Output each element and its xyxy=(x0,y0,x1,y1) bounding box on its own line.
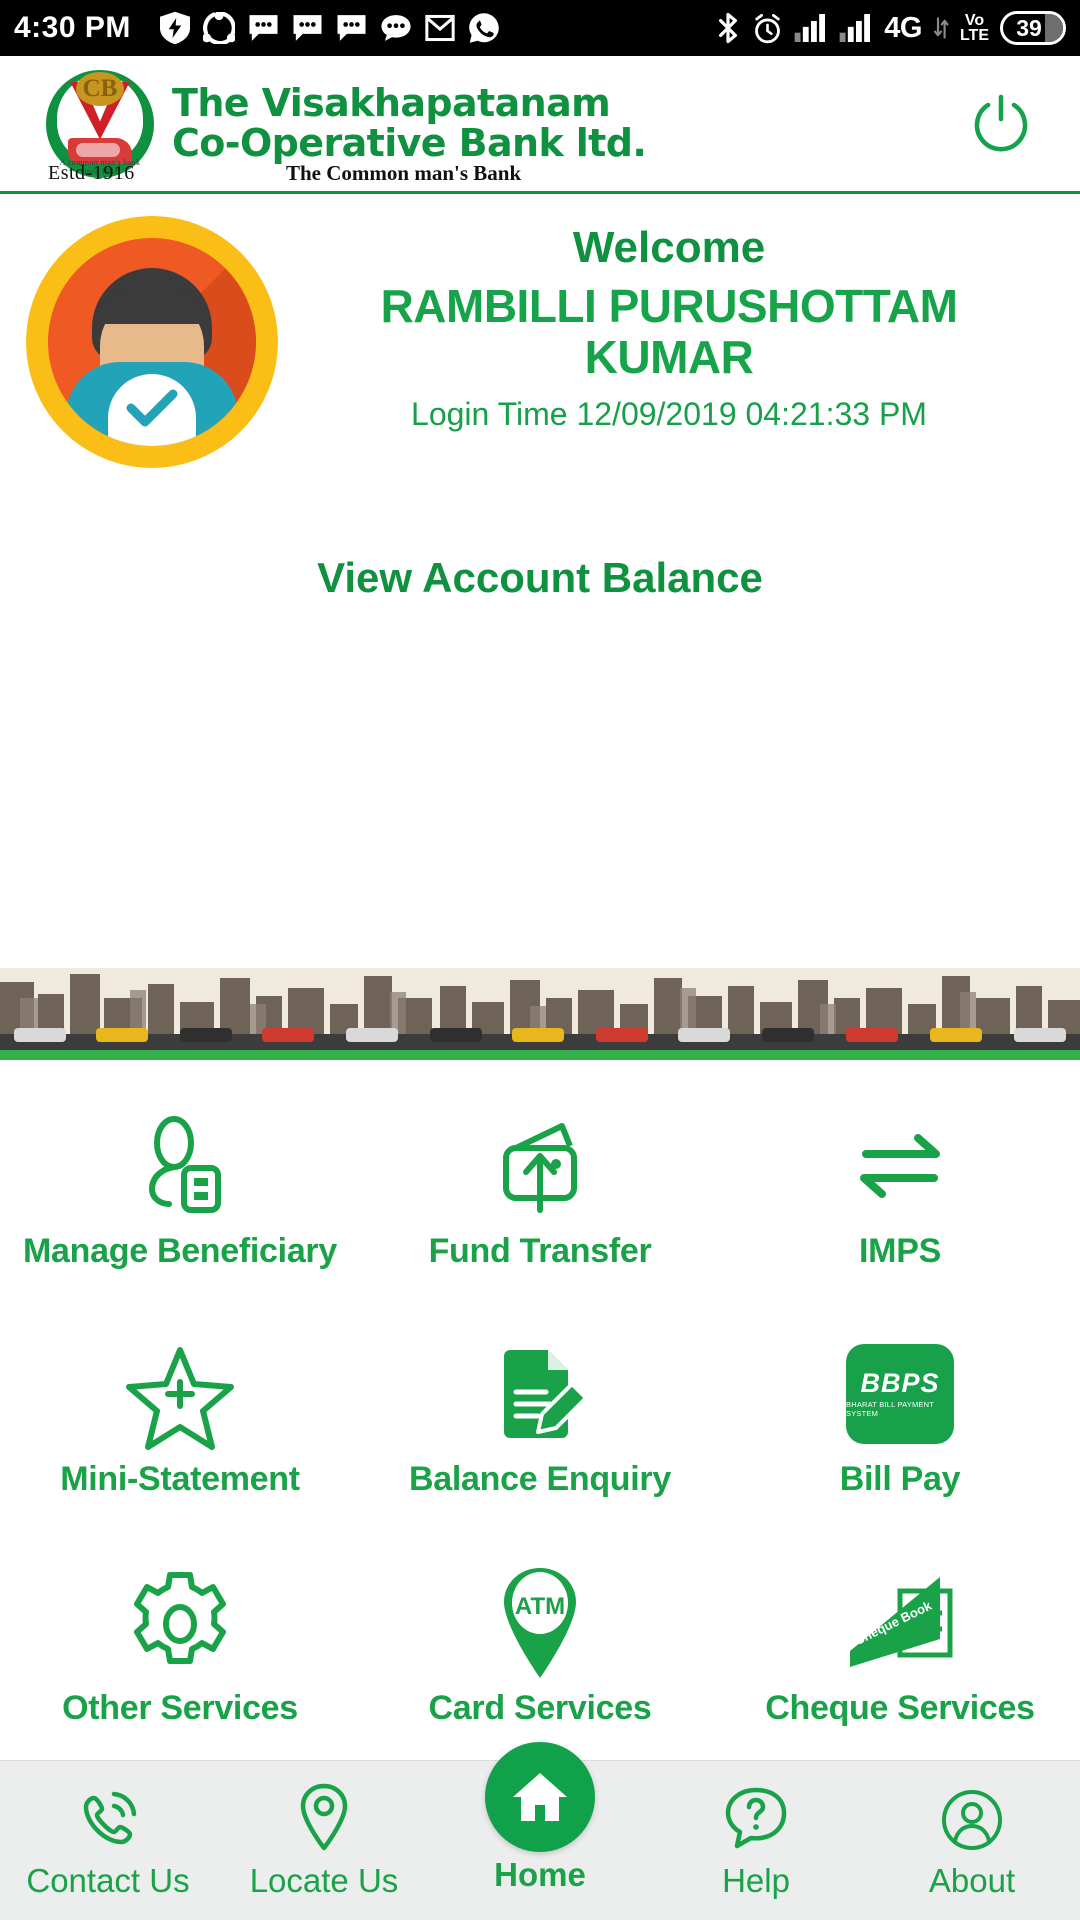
service-tile-bill-pay[interactable]: BBPS BHARAT BILL PAYMENT SYSTEM Bill Pay xyxy=(720,1303,1080,1532)
phone-call-icon xyxy=(76,1782,140,1852)
atm-map-pin-icon: ATM xyxy=(488,1563,592,1683)
signal-icon xyxy=(794,14,828,42)
imps-transfer-arrows-icon xyxy=(846,1106,954,1226)
service-tile-cheque-services[interactable]: Cheque Book Cheque Services xyxy=(720,1531,1080,1760)
logo-monogram: CB xyxy=(76,71,124,106)
service-label: Bill Pay xyxy=(839,1460,961,1499)
nav-label: About xyxy=(928,1861,1016,1899)
power-icon[interactable] xyxy=(966,89,1036,159)
message-icon xyxy=(336,14,367,42)
nav-label: Locate Us xyxy=(249,1861,399,1899)
home-nav-wrapper: Home xyxy=(485,1741,595,1894)
service-label: Balance Enquiry xyxy=(409,1460,671,1499)
svg-text:ATM: ATM xyxy=(515,1593,565,1620)
shield-bolt-icon xyxy=(159,11,190,45)
status-bar-clock: 4:30 PM xyxy=(14,11,131,44)
status-bar: 4:30 PM 4G Vo LTE 39 xyxy=(0,0,1080,56)
service-tile-mini-statement[interactable]: Mini-Statement xyxy=(0,1303,360,1532)
service-tile-card-services[interactable]: ATM Card Services xyxy=(360,1531,720,1760)
cheque-book-icon: Cheque Book xyxy=(838,1563,962,1683)
bbps-logo-icon: BBPS BHARAT BILL PAYMENT SYSTEM xyxy=(846,1334,954,1454)
bbps-subtitle: BHARAT BILL PAYMENT SYSTEM xyxy=(846,1400,934,1419)
message-icon xyxy=(292,14,323,42)
bank-name-line1: The Visakhapatanam xyxy=(172,80,611,125)
map-pin-icon xyxy=(296,1782,352,1852)
bbps-wordmark: BBPS xyxy=(860,1368,940,1399)
volte-bottom-label: LTE xyxy=(959,27,989,44)
user-name: RAMBILLI PURUSHOTTAM KUMAR xyxy=(380,279,958,384)
view-account-balance-button[interactable]: View Account Balance xyxy=(0,554,1080,634)
bbps-badge: BBPS BHARAT BILL PAYMENT SYSTEM xyxy=(846,1344,954,1445)
nav-label: Help xyxy=(722,1861,790,1899)
welcome-text-block: Welcome RAMBILLI PURUSHOTTAM KUMAR Login… xyxy=(278,216,1060,433)
avatar-background xyxy=(48,238,256,446)
document-pencil-icon xyxy=(486,1334,594,1454)
star-plus-icon xyxy=(124,1334,236,1454)
avatar xyxy=(26,216,278,468)
service-label: Fund Transfer xyxy=(428,1231,652,1270)
service-label: Manage Beneficiary xyxy=(23,1231,337,1270)
nav-item-locate-us[interactable]: Locate Us xyxy=(216,1761,432,1920)
data-arrows-icon xyxy=(933,16,949,40)
service-label: Other Services xyxy=(62,1689,298,1728)
login-time: Login Time 12/09/2019 04:21:33 PM xyxy=(411,395,927,432)
nav-label: Home xyxy=(494,1855,586,1893)
whatsapp-icon xyxy=(468,12,500,44)
service-tile-balance-enquiry[interactable]: Balance Enquiry xyxy=(360,1303,720,1532)
volte-indicator: Vo LTE xyxy=(959,11,989,44)
share-icon xyxy=(202,12,235,44)
service-label: Cheque Services xyxy=(765,1689,1035,1728)
nav-item-contact-us[interactable]: Contact Us xyxy=(0,1761,216,1920)
home-icon xyxy=(485,1741,595,1852)
bank-name-line2: Co-Operative Bank ltd. xyxy=(172,120,647,165)
message-icon xyxy=(248,14,279,42)
welcome-greeting: Welcome xyxy=(572,223,766,272)
service-tile-imps[interactable]: IMPS xyxy=(720,1074,1080,1303)
nav-item-home[interactable]: Home xyxy=(432,1741,648,1920)
volte-top-label: Vo xyxy=(964,11,985,29)
avatar-fringe xyxy=(94,290,210,324)
app-screen: 4:30 PM 4G Vo LTE 39 CB A common man's b… xyxy=(0,0,1080,1920)
service-tile-manage-beneficiary[interactable]: Manage Beneficiary xyxy=(0,1074,360,1303)
service-tile-fund-transfer[interactable]: Fund Transfer xyxy=(360,1074,720,1303)
question-bubble-icon xyxy=(724,1782,788,1852)
nav-item-help[interactable]: Help xyxy=(648,1761,864,1920)
network-type-label: 4G xyxy=(884,11,922,44)
signal-icon xyxy=(839,14,873,42)
bank-tagline: The Common man's Bank xyxy=(286,161,522,185)
gear-icon xyxy=(124,1563,236,1683)
content-spacer xyxy=(0,634,1080,968)
service-tile-other-services[interactable]: Other Services xyxy=(0,1531,360,1760)
alarm-icon xyxy=(752,13,783,44)
bluetooth-icon xyxy=(715,12,741,44)
city-skyline-banner xyxy=(0,968,1080,1060)
service-label: Card Services xyxy=(428,1689,652,1728)
nav-label: Contact Us xyxy=(26,1861,190,1899)
established-label: Estd-1916 xyxy=(48,162,135,184)
service-label: Mini-Statement xyxy=(60,1460,300,1499)
gmail-icon xyxy=(425,14,455,42)
battery-percent-label: 39 xyxy=(1016,14,1042,41)
nav-item-about[interactable]: About xyxy=(864,1761,1080,1920)
welcome-section: Welcome RAMBILLI PURUSHOTTAM KUMAR Login… xyxy=(0,194,1080,554)
chat-bubble-icon xyxy=(380,14,412,42)
fund-transfer-icon xyxy=(486,1106,594,1226)
manage-beneficiary-icon xyxy=(126,1106,234,1226)
status-bar-left: 4:30 PM xyxy=(14,11,715,45)
person-circle-icon xyxy=(940,1782,1004,1852)
bottom-navigation: Contact Us Locate Us Home Help About xyxy=(0,1741,1080,1920)
app-header: CB A common man's bank since 1916 The Vi… xyxy=(0,56,1080,194)
status-bar-right: 4G Vo LTE 39 xyxy=(715,11,1066,45)
services-grid: Manage Beneficiary Fund Transfer IMPS Mi… xyxy=(0,1060,1080,1760)
bank-title-block: The Visakhapatanam Co-Operative Bank ltd… xyxy=(172,80,647,165)
battery-indicator: 39 xyxy=(1000,11,1066,45)
service-label: IMPS xyxy=(859,1231,941,1270)
